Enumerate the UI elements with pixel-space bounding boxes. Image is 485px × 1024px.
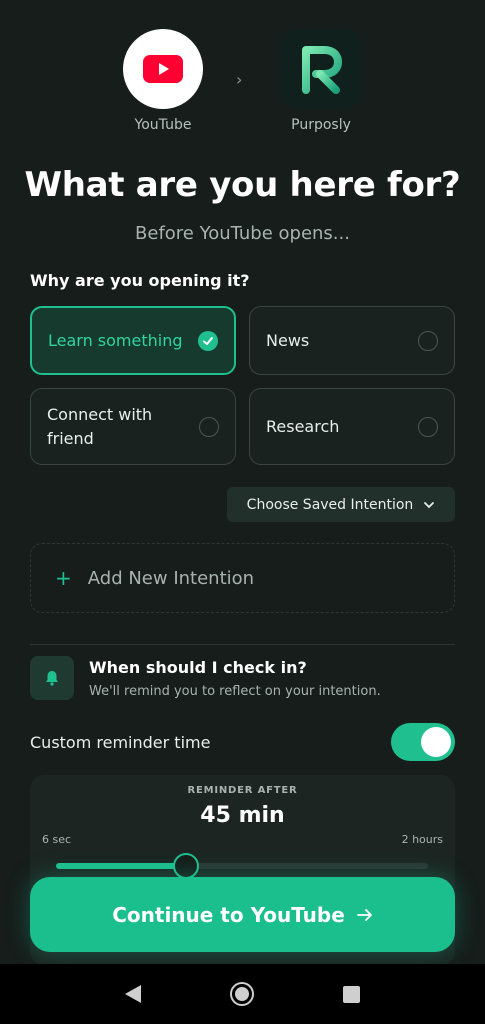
check-in-title: When should I check in? [89,658,307,677]
add-new-intention-button[interactable]: + Add New Intention [30,543,455,613]
target-app-label: Purposly [291,117,351,133]
system-nav-bar [0,964,485,1024]
intention-option-research[interactable]: Research [249,388,455,465]
reminder-value: 45 min [200,803,285,828]
chevron-down-icon [423,497,435,513]
intention-option-label: Connect with friend [47,404,153,448]
screen: YouTube › Purposly What are you here for… [0,0,485,964]
arrow-right-icon [356,903,373,927]
add-new-intention-label: Add New Intention [87,567,255,589]
continue-button-label: Continue to YouTube [112,902,345,927]
intention-option-news[interactable]: News [249,306,455,375]
intention-option-label: News [266,330,310,350]
youtube-play-icon [123,29,203,109]
chevron-right-icon: › [236,70,243,89]
custom-reminder-toggle[interactable] [391,723,455,761]
check-icon [198,330,218,351]
page-title: What are you here for? [24,165,461,205]
reminder-min-label: 6 sec [42,833,72,846]
intention-option-learn-something[interactable]: Learn something [30,306,236,375]
toggle-knob [421,727,451,757]
bell-icon [30,656,74,700]
reminder-after-label: REMINDER AFTER [187,785,298,796]
radio-icon [418,416,438,437]
page-subtitle: Before YouTube opens... [135,223,350,244]
source-app: YouTube [123,29,203,133]
check-in-subtitle: We'll remind you to reflect on your inte… [89,684,381,699]
plus-icon: + [55,566,72,590]
section-divider [30,644,455,645]
intention-option-label: Research [266,416,340,436]
target-app: Purposly [281,29,361,133]
choose-saved-intention-label: Choose Saved Intention [246,496,414,513]
intention-option-connect-with-friend[interactable]: Connect with friend [30,388,236,465]
purposly-logo [281,29,361,109]
intention-question: Why are you opening it? [30,271,250,290]
intention-option-label: Learn something [48,330,183,350]
reminder-max-label: 2 hours [401,833,443,846]
choose-saved-intention-button[interactable]: Choose Saved Intention [227,487,455,522]
home-icon[interactable] [231,984,252,1004]
reminder-slider-track[interactable] [56,863,428,869]
radio-icon [199,416,219,437]
reminder-slider-fill [56,863,187,869]
reminder-slider-thumb[interactable] [173,853,200,879]
radio-icon [418,330,438,351]
custom-reminder-label: Custom reminder time [30,733,211,752]
recents-icon[interactable] [342,985,360,1003]
back-icon[interactable] [125,985,142,1003]
continue-button[interactable]: Continue to YouTube [30,877,455,952]
source-app-label: YouTube [134,117,192,133]
